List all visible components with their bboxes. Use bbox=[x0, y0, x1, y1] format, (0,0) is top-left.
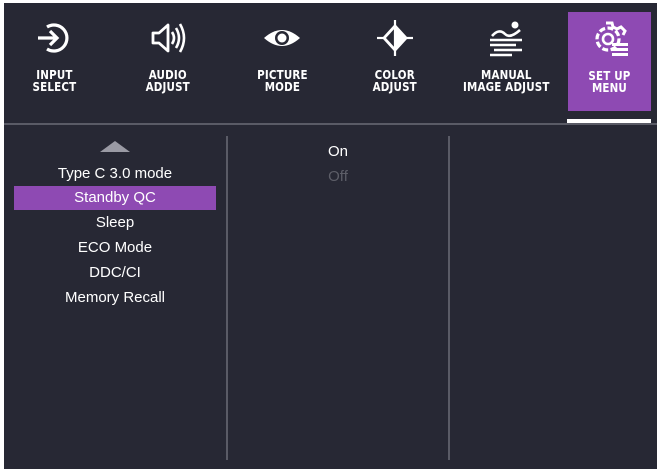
option-on[interactable]: On bbox=[232, 139, 444, 164]
color-adjust-icon bbox=[374, 17, 416, 59]
column-divider-right bbox=[448, 136, 450, 460]
tab-setup-menu[interactable]: SET UP MENU bbox=[568, 12, 651, 111]
tab-picture-mode[interactable]: PICTURE MODE bbox=[244, 11, 320, 111]
menu-item-sleep[interactable]: Sleep bbox=[14, 210, 216, 235]
setup-menu-list: Type C 3.0 mode Standby QC Sleep ECO Mod… bbox=[14, 139, 216, 310]
image-adjust-icon bbox=[485, 17, 527, 59]
tab-audio-adjust-label: AUDIO ADJUST bbox=[145, 68, 191, 94]
tab-manual-image-adjust[interactable]: MANUAL IMAGE ADJUST bbox=[450, 11, 562, 111]
menu-item-type-c-mode[interactable]: Type C 3.0 mode bbox=[14, 161, 216, 186]
tab-color-adjust[interactable]: COLOR ADJUST bbox=[357, 11, 433, 111]
top-tab-bar: INPUT SELECT AUDIO ADJUST PICTURE MODE C… bbox=[4, 3, 657, 123]
eye-icon bbox=[261, 17, 303, 59]
speaker-icon bbox=[147, 17, 189, 59]
setup-gear-icon bbox=[589, 18, 631, 60]
tab-color-adjust-label: COLOR ADJUST bbox=[372, 68, 418, 94]
tab-audio-adjust[interactable]: AUDIO ADJUST bbox=[130, 11, 206, 111]
menu-item-standby-qc[interactable]: Standby QC bbox=[14, 186, 216, 210]
menu-item-memory-recall[interactable]: Memory Recall bbox=[14, 285, 216, 310]
tab-manual-image-adjust-label: MANUAL IMAGE ADJUST bbox=[462, 68, 550, 94]
tab-input-select-label: INPUT SELECT bbox=[32, 68, 76, 94]
input-select-icon bbox=[33, 17, 75, 59]
osd-menu-panel: INPUT SELECT AUDIO ADJUST PICTURE MODE C… bbox=[4, 3, 657, 469]
option-off[interactable]: Off bbox=[232, 164, 444, 189]
tab-input-select[interactable]: INPUT SELECT bbox=[18, 11, 90, 111]
menu-item-ddc-ci[interactable]: DDC/CI bbox=[14, 260, 216, 285]
scroll-up-arrow-icon[interactable] bbox=[100, 141, 130, 152]
menu-item-eco-mode[interactable]: ECO Mode bbox=[14, 235, 216, 260]
column-divider-left bbox=[226, 136, 228, 460]
header-divider bbox=[4, 123, 657, 125]
tab-picture-mode-label: PICTURE MODE bbox=[256, 68, 308, 94]
option-list: On Off bbox=[232, 139, 444, 189]
tab-setup-menu-label: SET UP MENU bbox=[588, 69, 631, 95]
